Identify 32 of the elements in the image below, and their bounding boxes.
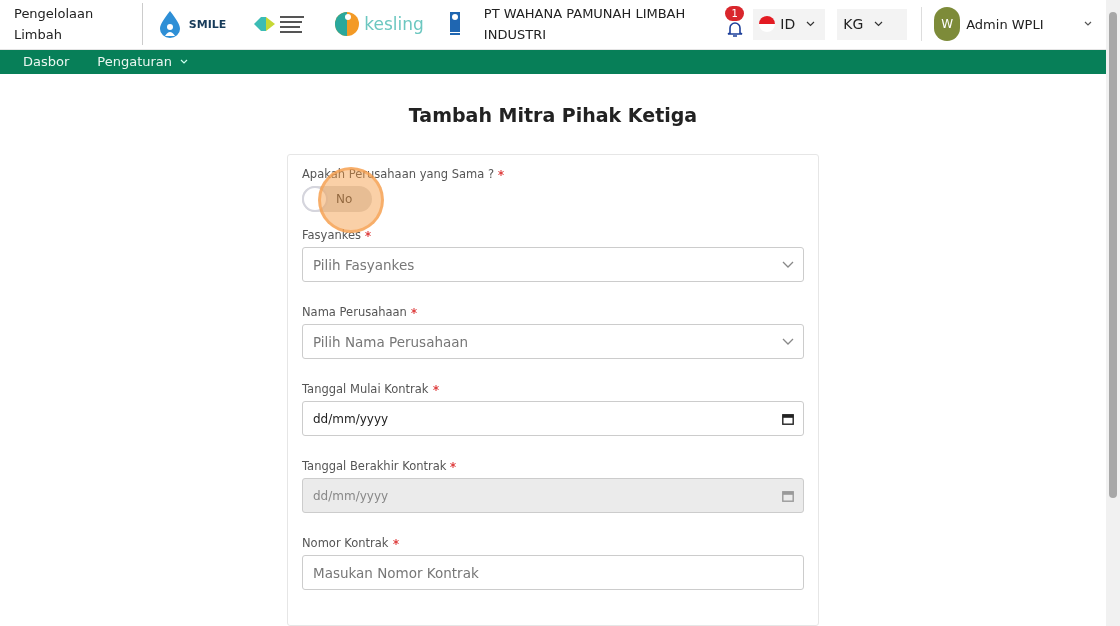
chevron-down-icon [806,21,816,28]
page-title: Tambah Mitra Pihak Ketiga [408,104,698,126]
field-label: Tanggal Mulai Kontrak [302,382,429,396]
company-name: PT WAHANA PAMUNAH LIMBAH INDUSTRI [483,5,687,45]
chevron-down-icon[interactable] [1084,21,1092,28]
smile-logo: SMILE [154,10,227,39]
calendar-icon [782,489,794,502]
user-menu[interactable]: Admin WPLI [960,16,1078,32]
user-avatar: W [934,7,961,42]
field-label: Nomor Kontrak [302,536,389,550]
chevron-down-icon [782,260,794,269]
field-label: Fasyankes [302,228,362,242]
calendar-icon [782,412,794,425]
unit-dropdown[interactable]: KG [837,8,908,40]
nav-link[interactable]: Dasbor [16,54,77,70]
field-label: Nama Perusahaan [302,305,407,319]
language-dropdown[interactable]: ID [753,8,826,40]
chevron-down-icon [874,21,884,28]
input-field[interactable]: Masukan Nomor Kontrak [302,555,804,590]
select-field[interactable]: Pilih Fasyankes [302,247,804,282]
scrollbar[interactable] [1106,0,1120,626]
field-label: Tanggal Berakhir Kontrak [302,459,447,473]
notification-badge: 1 [725,6,744,22]
nav-link[interactable]: Pengaturan [90,54,196,70]
flag-icon [759,16,776,33]
select-field[interactable]: Pilih Nama Perusahaan [302,324,804,359]
app-name: Pengelolaan Limbah [14,5,95,45]
chevron-down-icon [782,337,794,346]
kesling-logo: kesling [334,11,424,38]
undp-logo [449,12,460,37]
date-field[interactable]: dd/mm/yyyy [302,401,804,436]
bell-icon[interactable] [727,20,744,39]
